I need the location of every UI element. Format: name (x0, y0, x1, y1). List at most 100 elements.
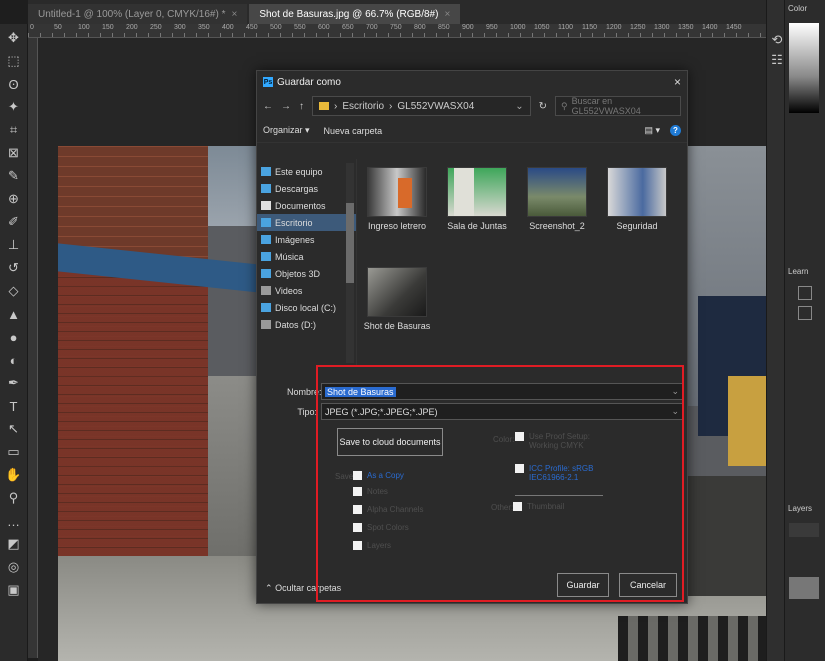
nav-scrollbar-thumb[interactable] (346, 203, 354, 283)
gradient-icon[interactable]: ▲ (4, 304, 24, 324)
checkbox[interactable] (515, 464, 524, 473)
search-input[interactable]: ⚲ Buscar en GL552VWASX04 (555, 96, 681, 116)
file-item[interactable]: Shot de Basuras (361, 267, 433, 331)
layers-search[interactable] (789, 523, 819, 537)
chevron-down-icon[interactable]: ⌄ (515, 101, 523, 112)
close-icon[interactable]: × (674, 75, 681, 89)
checkbox[interactable] (353, 523, 362, 532)
healing-icon[interactable]: ⊕ (4, 189, 24, 209)
nav-item-documentos[interactable]: Documentos (257, 197, 356, 214)
more-icon[interactable]: … (4, 511, 24, 531)
icc-profile-option[interactable]: ICC Profile: sRGB IEC61966-2.1 (515, 464, 605, 482)
forward-icon[interactable]: → (281, 101, 291, 112)
address-bar[interactable]: › Escritorio › GL552VWASX04 ⌄ (312, 96, 531, 116)
eyedropper-icon[interactable]: ✎ (4, 166, 24, 186)
pen-icon[interactable]: ✒ (4, 373, 24, 393)
organize-button[interactable]: Organizar ▾ (263, 125, 310, 136)
file-item[interactable]: Screenshot_2 (521, 167, 593, 231)
view-options-icon[interactable]: ▤ ▾ (644, 125, 660, 136)
colors-icon[interactable]: ◩ (4, 534, 24, 554)
close-icon[interactable]: × (231, 9, 237, 20)
spot-colors-option[interactable]: Spot Colors (353, 523, 409, 532)
quickmask-icon[interactable]: ◎ (4, 557, 24, 577)
marquee-icon[interactable]: ⬚ (4, 51, 24, 71)
help-icon[interactable]: ? (670, 125, 681, 136)
option-label: Alpha Channels (367, 505, 424, 514)
checkbox[interactable] (513, 502, 522, 511)
breadcrumb-folder[interactable]: GL552VWASX04 (397, 101, 474, 112)
zoom-icon[interactable]: ⚲ (4, 488, 24, 508)
search-placeholder: Buscar en GL552VWASX04 (571, 96, 641, 116)
documents-icon (261, 201, 271, 210)
stamp-icon[interactable]: ⊥ (4, 235, 24, 255)
checkbox[interactable] (353, 505, 362, 514)
chevron-down-icon[interactable]: ⌄ (671, 386, 679, 397)
checkbox[interactable] (353, 471, 362, 480)
color-picker[interactable] (789, 23, 819, 113)
dodge-icon[interactable]: ◐ (4, 350, 24, 370)
drive-icon (261, 303, 271, 312)
breadcrumb-escritorio[interactable]: Escritorio (342, 101, 384, 112)
type-icon[interactable]: T (4, 396, 24, 416)
nav-item-videos[interactable]: Videos (257, 282, 356, 299)
layers-option[interactable]: Layers (353, 541, 391, 550)
file-item[interactable]: Sala de Juntas (441, 167, 513, 231)
save-options: Nombre: Shot de Basuras ⌄ Tipo: JPEG (*.… (257, 371, 689, 605)
checkbox[interactable] (353, 487, 362, 496)
nav-item-descargas[interactable]: Descargas (257, 180, 356, 197)
brush-icon[interactable]: ✐ (4, 212, 24, 232)
file-item[interactable]: Ingreso letrero (361, 167, 433, 231)
nav-item-disco-local-c-[interactable]: Disco local (C:) (257, 299, 356, 316)
save-to-cloud-button[interactable]: Save to cloud documents (337, 428, 443, 456)
nav-item-escritorio[interactable]: Escritorio (257, 214, 356, 231)
filetype-select[interactable]: JPEG (*.JPG;*.JPEG;*.JPE) ⌄ (321, 403, 683, 420)
nav-item-label: Descargas (275, 183, 319, 194)
hide-folders-toggle[interactable]: ⌃ Ocultar carpetas (265, 583, 341, 594)
notes-option[interactable]: Notes (353, 487, 388, 496)
screenmode-icon[interactable]: ▣ (4, 580, 24, 600)
new-folder-button[interactable]: Nueva carpeta (324, 126, 383, 136)
chevron-down-icon[interactable]: ⌄ (671, 406, 679, 417)
nav-item-m-sica[interactable]: Música (257, 248, 356, 265)
back-icon[interactable]: ← (263, 101, 273, 112)
nav-item-datos-d-[interactable]: Datos (D:) (257, 316, 356, 333)
eraser-icon[interactable]: ◇ (4, 281, 24, 301)
panel-icon[interactable] (798, 286, 812, 300)
close-icon[interactable]: × (444, 9, 450, 20)
refresh-icon[interactable]: ↻ (539, 101, 547, 112)
panel-icon[interactable] (798, 306, 812, 320)
magic-wand-icon[interactable]: ✦ (4, 97, 24, 117)
alpha-channels-option[interactable]: Alpha Channels (353, 505, 423, 514)
tab-learn[interactable]: Learn (785, 263, 825, 280)
history-brush-icon[interactable]: ↺ (4, 258, 24, 278)
nav-item-este-equipo[interactable]: Este equipo (257, 163, 356, 180)
tab-shot-de-basuras[interactable]: Shot de Basuras.jpg @ 66.7% (RGB/8#) × (249, 4, 461, 24)
rectangle-icon[interactable]: ▭ (4, 442, 24, 462)
tab-layers[interactable]: Layers (785, 500, 825, 517)
thumbnail-option[interactable]: Thumbnail (513, 502, 564, 511)
as-copy-option[interactable]: As a Copy (353, 471, 404, 480)
drive-icon (261, 320, 271, 329)
hand-icon[interactable]: ✋ (4, 465, 24, 485)
proof-setup-option[interactable]: Use Proof Setup: Working CMYK (515, 432, 605, 450)
tab-color[interactable]: Color (785, 0, 825, 17)
path-select-icon[interactable]: ↖ (4, 419, 24, 439)
crop-icon[interactable]: ⌗ (4, 120, 24, 140)
blur-icon[interactable]: ● (4, 327, 24, 347)
layer-thumbnail[interactable] (789, 577, 819, 599)
file-item[interactable]: Seguridad (601, 167, 673, 231)
lasso-icon[interactable]: ʘ (4, 74, 24, 94)
filename-field[interactable]: Shot de Basuras ⌄ (321, 383, 683, 400)
nav-item-objetos-3d[interactable]: Objetos 3D (257, 265, 356, 282)
move-icon[interactable]: ✥ (4, 28, 24, 48)
up-icon[interactable]: ↑ (299, 101, 304, 112)
nav-item-im-genes[interactable]: Imágenes (257, 231, 356, 248)
right-panels: Color Learn Layers (784, 0, 825, 661)
cancel-button[interactable]: Cancelar (619, 573, 677, 597)
tab-untitled-1[interactable]: Untitled-1 @ 100% (Layer 0, CMYK/16#) * … (28, 4, 248, 24)
checkbox[interactable] (515, 432, 524, 441)
checkbox[interactable] (353, 541, 362, 550)
frame-icon[interactable]: ⊠ (4, 143, 24, 163)
save-button[interactable]: Guardar (557, 573, 609, 597)
option-label: Notes (367, 487, 388, 496)
